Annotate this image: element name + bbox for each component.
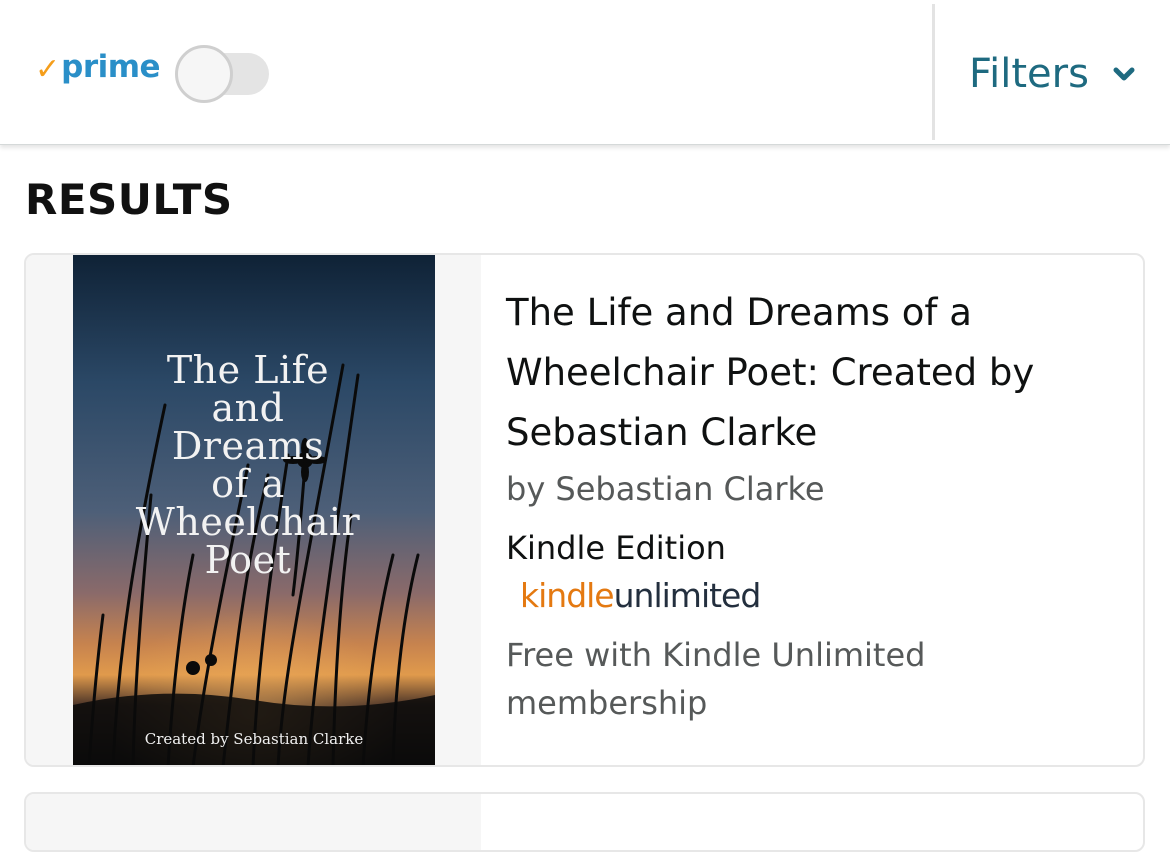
book-format[interactable]: Kindle Edition	[506, 523, 1116, 573]
result-card[interactable]: The Life and Dreams of a Wheelchair Poet…	[24, 253, 1145, 767]
kindle-unlimited-note: Free with Kindle Unlimited membership	[506, 636, 926, 722]
book-author: by Sebastian Clarke	[506, 470, 825, 508]
card-body: The Life and Dreams of a Wheelchair Poet…	[506, 283, 1116, 727]
results-heading: RESULTS	[25, 175, 233, 224]
cover-byline: Created by Sebastian Clarke	[144, 730, 364, 748]
book-cover-image[interactable]: The Life and Dreams of a Wheelchair Poet…	[73, 255, 435, 765]
card-media: The Life and Dreams of a Wheelchair Poet…	[26, 255, 481, 765]
cover-title: The Life and Dreams of a Wheelchair Poet	[135, 348, 361, 582]
card-media	[26, 794, 481, 850]
chevron-down-icon	[1113, 67, 1135, 81]
prime-toggle-knob	[175, 45, 233, 103]
filters-button[interactable]: Filters	[969, 44, 1135, 104]
kindle-unlimited-logo: kindleunlimited	[520, 573, 1116, 619]
top-bar: ✓ prime Filters	[0, 0, 1170, 145]
book-title[interactable]: The Life and Dreams of a Wheelchair Poet…	[506, 283, 1116, 463]
ku-logo-unlimited: unlimited	[613, 576, 762, 615]
ku-logo-kindle: kindle	[520, 576, 615, 615]
filters-label: Filters	[969, 51, 1089, 97]
prime-check-icon: ✓	[35, 52, 61, 87]
topbar-divider	[932, 4, 935, 140]
prime-toggle[interactable]	[175, 45, 270, 103]
prime-label: prime	[61, 48, 161, 85]
prime-logo: ✓ prime	[35, 48, 161, 90]
result-card-next[interactable]	[24, 792, 1145, 852]
